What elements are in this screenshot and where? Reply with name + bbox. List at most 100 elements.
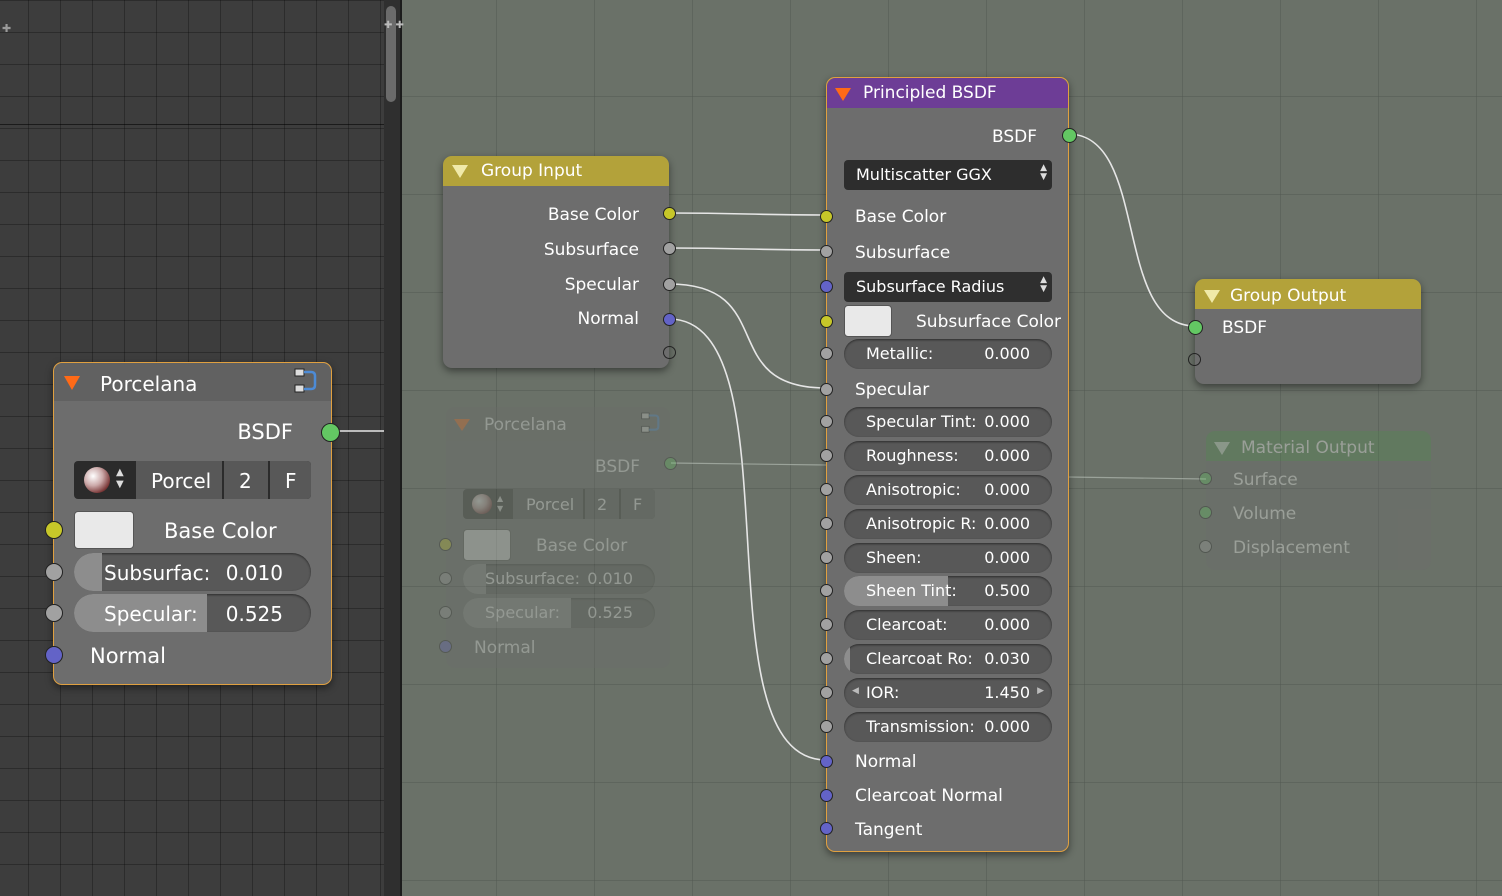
browse-arrows-icon[interactable]: ▲ ▼ bbox=[497, 494, 503, 514]
collapse-icon[interactable] bbox=[454, 419, 470, 431]
ghost-bsdf-socket[interactable] bbox=[664, 457, 677, 470]
clearcoat-ro-input-socket[interactable] bbox=[820, 652, 833, 665]
porcelana-node-header[interactable]: Porcelana bbox=[54, 363, 331, 401]
base-color-swatch[interactable] bbox=[74, 511, 134, 549]
edit-group-icon[interactable] bbox=[640, 411, 660, 435]
collapse-icon[interactable] bbox=[1204, 290, 1220, 303]
clearcoat-ro-slider[interactable]: Clearcoat Ro: 0.030 bbox=[844, 644, 1052, 674]
ior-slider[interactable]: ◀ ▶ IOR: 1.450 bbox=[844, 678, 1052, 708]
clearcoat-slider[interactable]: Clearcoat: 0.000 bbox=[844, 610, 1052, 640]
group-input-node[interactable]: Group Input Base Color Subsurface Specul… bbox=[443, 156, 676, 368]
subsurface-color-swatch[interactable] bbox=[844, 305, 892, 337]
collapse-icon[interactable] bbox=[835, 88, 851, 101]
displacement-input-socket[interactable] bbox=[1199, 540, 1212, 553]
surface-input-socket[interactable] bbox=[1199, 472, 1212, 485]
specular-input-socket[interactable] bbox=[45, 604, 63, 622]
specular-tint-input-socket[interactable] bbox=[820, 415, 833, 428]
subsurface-input-socket[interactable] bbox=[820, 245, 833, 258]
specular-slider[interactable]: Specular: 0.525 bbox=[74, 594, 311, 632]
clearcoat-slider-value: 0.000 bbox=[984, 615, 1030, 634]
decrement-arrow-icon[interactable]: ◀ bbox=[852, 686, 859, 696]
sheen-tint-slider[interactable]: Sheen Tint: 0.500 bbox=[844, 576, 1052, 606]
anisotropic-input-socket[interactable] bbox=[820, 483, 833, 496]
base-color-input-socket[interactable] bbox=[45, 521, 63, 539]
normal-input-socket[interactable] bbox=[45, 646, 63, 664]
output-socket-base-color[interactable] bbox=[663, 207, 676, 220]
clearcoat-normal-input-socket[interactable] bbox=[820, 789, 833, 802]
node-group-selector[interactable]: ▲ ▼ Porcel 2 F bbox=[74, 461, 311, 499]
porcelana-group-node[interactable]: Porcelana BSDF ▲ ▼ Porcel 2 F Base Color … bbox=[45, 362, 340, 685]
tangent-input-socket[interactable] bbox=[820, 822, 833, 835]
subsurface-method-dropdown[interactable]: Subsurface Radius ▲ ▼ bbox=[844, 272, 1052, 302]
anisotropic-r-input-socket[interactable] bbox=[820, 517, 833, 530]
transmission-slider[interactable]: Transmission: 0.000 bbox=[844, 712, 1052, 742]
subsurface-slider[interactable]: Subsurfac: 0.010 bbox=[74, 553, 311, 591]
ghost-group-selector[interactable]: ▲ ▼ Porcel 2 F bbox=[463, 489, 655, 519]
bsdf-output-socket[interactable] bbox=[1062, 128, 1077, 143]
output-label-normal: Normal bbox=[577, 309, 639, 329]
ghost-subsurface-socket[interactable] bbox=[439, 572, 452, 585]
node-title: Porcelana bbox=[484, 415, 567, 435]
sheen-slider-value: 0.000 bbox=[984, 548, 1030, 567]
node-tree-icon[interactable] bbox=[472, 494, 492, 514]
browse-arrows-icon[interactable]: ▲ ▼ bbox=[116, 467, 124, 491]
bsdf-input-socket[interactable] bbox=[1188, 320, 1203, 335]
volume-input-socket[interactable] bbox=[1199, 506, 1212, 519]
ghost-node-header[interactable]: Porcelana bbox=[446, 407, 670, 441]
bsdf-output-socket[interactable] bbox=[321, 423, 340, 442]
output-socket-normal[interactable] bbox=[663, 313, 676, 326]
empty-output-socket[interactable] bbox=[663, 346, 676, 359]
material-output-header[interactable]: Material Output bbox=[1206, 431, 1431, 461]
porcelana-node-ghost[interactable]: Porcelana BSDF ▲ ▼ Porcel 2 F Base Color … bbox=[439, 407, 677, 668]
anisotropic-r-slider[interactable]: Anisotropic R: 0.000 bbox=[844, 509, 1052, 539]
normal-input-socket[interactable] bbox=[820, 755, 833, 768]
increment-arrow-icon[interactable]: ▶ bbox=[1037, 686, 1044, 696]
output-socket-specular[interactable] bbox=[663, 278, 676, 291]
ghost-normal-socket[interactable] bbox=[439, 640, 452, 653]
ghost-specular-slider[interactable]: Specular: 0.525 bbox=[463, 598, 655, 628]
output-socket-subsurface[interactable] bbox=[663, 242, 676, 255]
ghost-subsurface-slider[interactable]: Subsurface: 0.010 bbox=[463, 564, 655, 594]
clearcoat-input-socket[interactable] bbox=[820, 618, 833, 631]
collapse-icon[interactable] bbox=[452, 165, 468, 178]
ghost-specular-value: 0.525 bbox=[587, 603, 633, 622]
subsurface-radius-input-socket[interactable] bbox=[820, 280, 833, 293]
group-output-header[interactable]: Group Output bbox=[1195, 279, 1421, 309]
sheen-slider[interactable]: Sheen: 0.000 bbox=[844, 543, 1052, 573]
metallic-slider-label: Metallic: bbox=[866, 344, 934, 363]
sheen-tint-input-socket[interactable] bbox=[820, 584, 833, 597]
roughness-slider[interactable]: Roughness: 0.000 bbox=[844, 441, 1052, 471]
sheen-input-socket[interactable] bbox=[820, 551, 833, 564]
roughness-input-socket[interactable] bbox=[820, 449, 833, 462]
subsurface-color-input-socket[interactable] bbox=[820, 315, 833, 328]
principled-bsdf-node[interactable]: Principled BSDF BSDF Multiscatter GGX ▲ ▼… bbox=[820, 77, 1077, 852]
group-input-header[interactable]: Group Input bbox=[443, 156, 669, 186]
specular-input-socket[interactable] bbox=[820, 383, 833, 396]
metallic-input-socket[interactable] bbox=[820, 347, 833, 360]
subsurface-slider-value: 0.010 bbox=[225, 561, 283, 585]
node-tree-icon[interactable] bbox=[84, 467, 110, 493]
ior-input-socket[interactable] bbox=[820, 686, 833, 699]
area-split-icon[interactable]: ✚ ✚ bbox=[384, 20, 414, 34]
ghost-base-color-socket[interactable] bbox=[439, 538, 452, 551]
empty-input-socket[interactable] bbox=[1188, 353, 1201, 366]
subsurface-input-socket[interactable] bbox=[45, 563, 63, 581]
specular-tint-slider[interactable]: Specular Tint: 0.000 bbox=[844, 407, 1052, 437]
normal-label: Normal bbox=[90, 644, 166, 668]
group-output-node[interactable]: Group Output BSDF bbox=[1188, 279, 1421, 384]
anisotropic-slider[interactable]: Anisotropic: 0.000 bbox=[844, 475, 1052, 505]
ghost-specular-socket[interactable] bbox=[439, 606, 452, 619]
distribution-dropdown[interactable]: Multiscatter GGX ▲ ▼ bbox=[844, 160, 1052, 190]
metallic-slider[interactable]: Metallic: 0.000 bbox=[844, 339, 1052, 369]
ghost-base-color-swatch[interactable] bbox=[463, 529, 511, 561]
principled-header[interactable]: Principled BSDF bbox=[827, 78, 1068, 108]
material-output-node-ghost[interactable]: Material Output Surface Volume Displacem… bbox=[1199, 431, 1431, 570]
transmission-input-socket[interactable] bbox=[820, 720, 833, 733]
collapse-icon[interactable] bbox=[64, 376, 80, 390]
edit-group-icon[interactable] bbox=[293, 367, 317, 395]
vertical-scrollbar[interactable] bbox=[384, 0, 402, 896]
collapse-icon[interactable] bbox=[1214, 442, 1230, 455]
base-color-input-socket[interactable] bbox=[820, 210, 833, 223]
add-icon[interactable]: ✚ bbox=[2, 22, 11, 35]
output-label-specular: Specular bbox=[564, 275, 639, 295]
